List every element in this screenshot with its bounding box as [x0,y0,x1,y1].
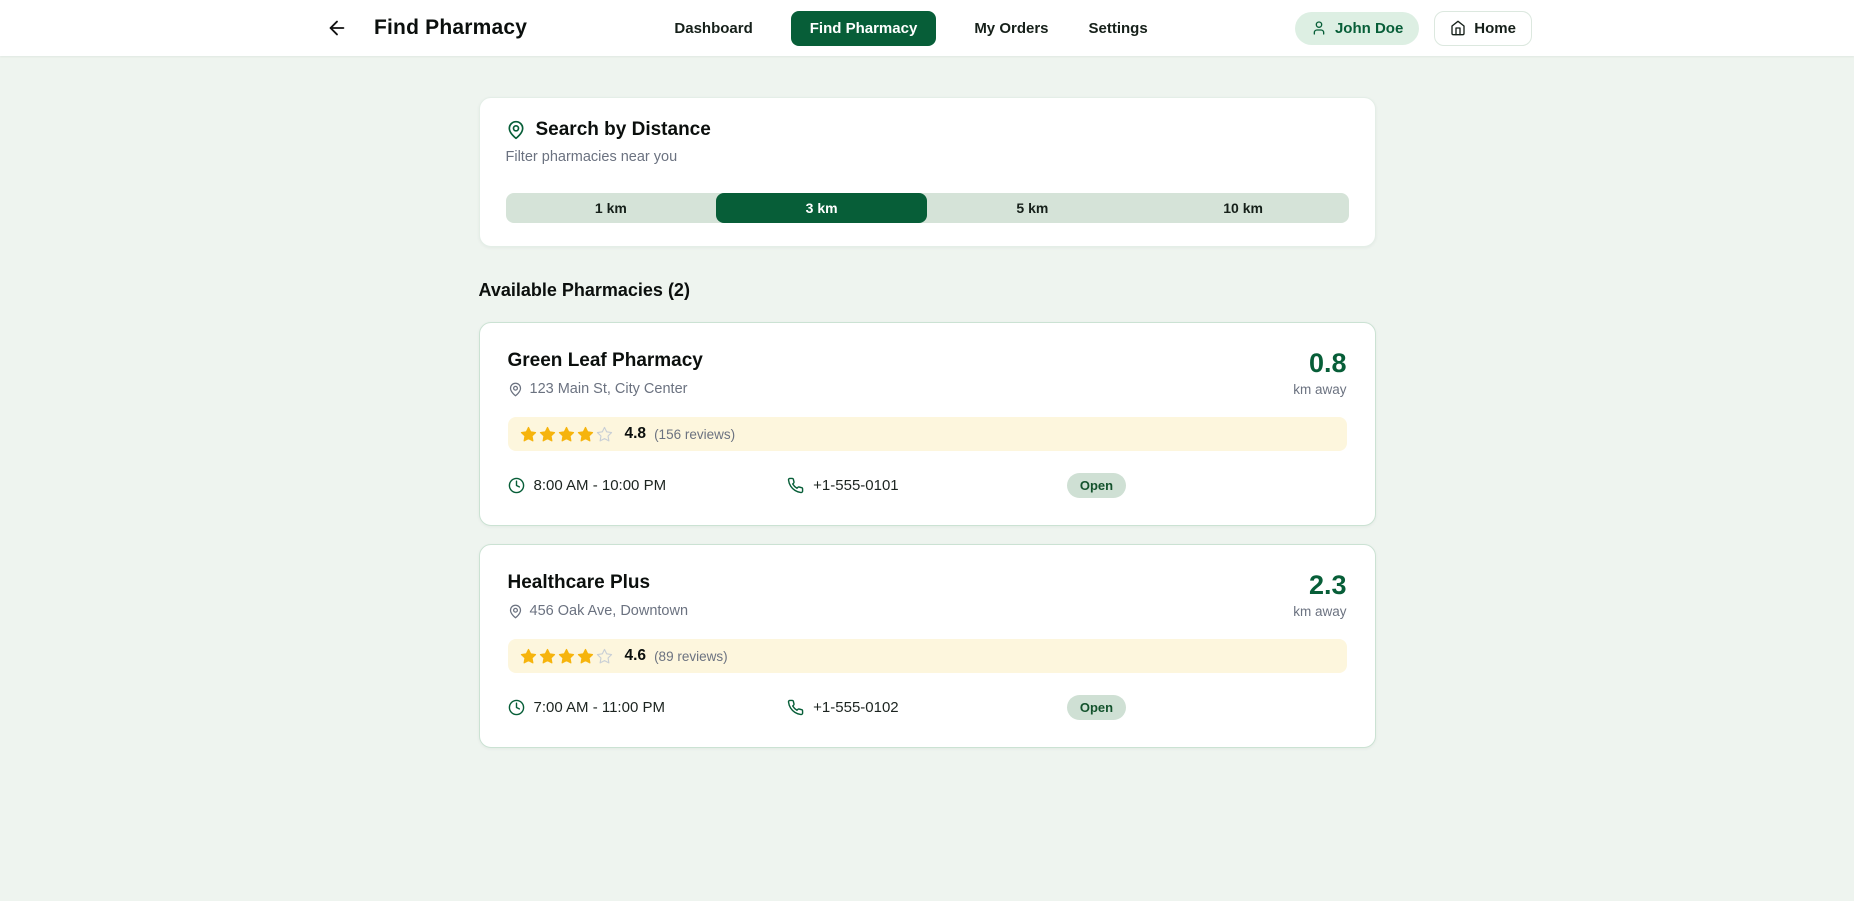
phone-text: +1-555-0102 [813,699,899,716]
rating-value: 4.6 [625,647,647,665]
header: Find Pharmacy Dashboard Find Pharmacy My… [0,0,1854,56]
phone-icon [787,699,804,716]
header-right: John Doe Home [1295,11,1532,46]
distance-option-1km[interactable]: 1 km [506,193,717,223]
nav-item-my-orders[interactable]: My Orders [972,11,1050,46]
pharmacy-address: 456 Oak Ave, Downtown [530,603,689,619]
phone-number: +1-555-0102 [787,699,1067,716]
nav-item-dashboard[interactable]: Dashboard [672,11,754,46]
distance-option-5km[interactable]: 5 km [927,193,1138,223]
distance-value: 2.3 [1293,572,1346,599]
review-count: (89 reviews) [654,649,728,664]
opening-hours: 8:00 AM - 10:00 PM [508,477,788,494]
status-badge: Open [1067,473,1126,498]
main-content: Search by Distance Filter pharmacies nea… [479,97,1376,748]
pharmacy-address: 123 Main St, City Center [530,381,688,397]
star-rating-icons [520,426,613,443]
status-badge: Open [1067,695,1126,720]
rating-value: 4.8 [625,425,647,443]
map-pin-icon [506,120,526,140]
distance-value: 0.8 [1293,350,1346,377]
results-heading: Available Pharmacies (2) [479,280,1376,301]
user-badge[interactable]: John Doe [1295,12,1419,45]
rating-strip: 4.6 (89 reviews) [508,639,1347,673]
home-button[interactable]: Home [1434,11,1532,46]
opening-hours: 7:00 AM - 11:00 PM [508,699,788,716]
map-pin-icon [508,382,523,397]
star-rating-icons [520,648,613,665]
rating-strip: 4.8 (156 reviews) [508,417,1347,451]
distance-block: 2.3 km away [1293,572,1346,619]
hours-text: 8:00 AM - 10:00 PM [534,477,667,494]
search-card-subtitle: Filter pharmacies near you [506,149,1349,165]
main-nav: Dashboard Find Pharmacy My Orders Settin… [672,11,1149,46]
pharmacy-name: Green Leaf Pharmacy [508,350,703,372]
phone-number: +1-555-0101 [787,477,1067,494]
distance-block: 0.8 km away [1293,350,1346,397]
distance-option-10km[interactable]: 10 km [1138,193,1349,223]
back-button[interactable] [322,13,352,43]
pharmacy-card[interactable]: Healthcare Plus 456 Oak Ave, Downtown 2.… [479,544,1376,748]
user-name: John Doe [1335,20,1403,37]
clock-icon [508,477,525,494]
review-count: (156 reviews) [654,427,735,442]
arrow-left-icon [326,17,348,39]
search-card-title: Search by Distance [536,119,711,141]
nav-item-find-pharmacy[interactable]: Find Pharmacy [791,11,937,46]
nav-item-settings[interactable]: Settings [1087,11,1150,46]
distance-unit: km away [1293,382,1346,397]
phone-icon [787,477,804,494]
pharmacy-card[interactable]: Green Leaf Pharmacy 123 Main St, City Ce… [479,322,1376,526]
home-icon [1450,20,1466,36]
clock-icon [508,699,525,716]
header-left: Find Pharmacy [322,13,527,43]
search-by-distance-card: Search by Distance Filter pharmacies nea… [479,97,1376,247]
distance-filter: 1 km 3 km 5 km 10 km [506,193,1349,223]
phone-text: +1-555-0101 [813,477,899,494]
map-pin-icon [508,604,523,619]
distance-unit: km away [1293,604,1346,619]
distance-option-3km[interactable]: 3 km [716,193,927,223]
home-label: Home [1474,20,1516,37]
page-title: Find Pharmacy [374,16,527,40]
pharmacy-name: Healthcare Plus [508,572,689,594]
hours-text: 7:00 AM - 11:00 PM [534,699,665,716]
user-icon [1311,20,1327,36]
